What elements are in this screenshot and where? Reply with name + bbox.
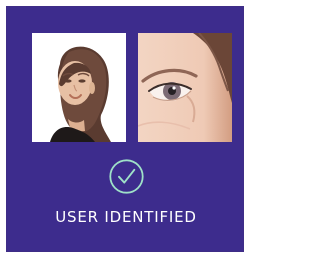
status-label: USER IDENTIFIED [55,208,197,226]
user-identification-panel: USER IDENTIFIED [6,6,244,252]
eye-scan-photo [138,33,232,142]
check-circle-icon [109,159,144,194]
face-photo-image [32,33,126,142]
face-photo [32,33,126,142]
eye-scan-image [138,33,232,142]
